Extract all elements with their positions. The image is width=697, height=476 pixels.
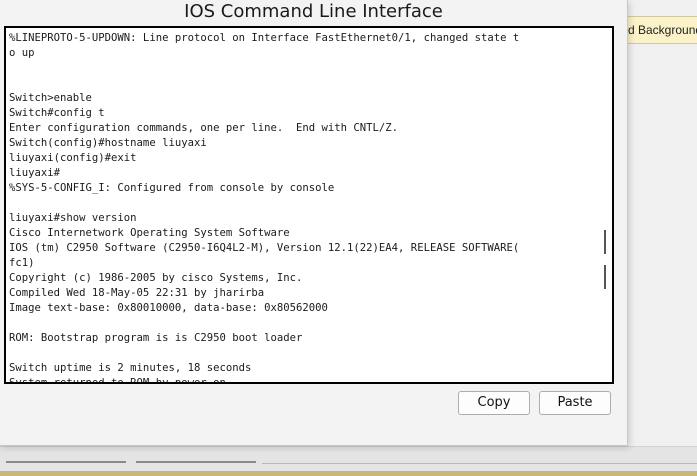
ios-cli-window: IOS Command Line Interface %LINEPROTO-5-… — [0, 0, 628, 446]
terminal-line: liuyaxi#show version — [9, 212, 137, 224]
terminal-line: liuyaxi# — [9, 167, 61, 179]
scrollbar-thumb[interactable] — [604, 265, 606, 289]
paste-button[interactable]: Paste — [539, 391, 611, 415]
terminal-line: %SYS-5-CONFIG_I: Configured from console… — [9, 182, 335, 194]
cli-terminal[interactable]: %LINEPROTO-5-UPDOWN: Line protocol on In… — [4, 26, 614, 384]
window-title: IOS Command Line Interface — [184, 1, 443, 22]
bottom-accent-strip — [0, 471, 697, 476]
terminal-line: Enter configuration commands, one per li… — [9, 122, 399, 134]
terminal-line: liuyaxi(config)#exit — [9, 152, 137, 164]
bottom-divider — [262, 463, 697, 464]
terminal-output[interactable]: %LINEPROTO-5-UPDOWN: Line protocol on In… — [9, 31, 589, 384]
background-tab-label: d Background — [628, 23, 697, 37]
terminal-line: Compiled Wed 18-May-05 22:31 by jharirba — [9, 287, 265, 299]
terminal-line: Switch>enable — [9, 92, 92, 104]
terminal-line: %LINEPROTO-5-UPDOWN: Line protocol on In… — [9, 32, 520, 44]
bottom-divider — [6, 461, 126, 463]
terminal-line: Switch uptime is 2 minutes, 18 seconds — [9, 362, 252, 374]
background-tab[interactable]: d Background — [627, 16, 697, 44]
terminal-line: Cisco Internetwork Operating System Soft… — [9, 227, 290, 239]
background-bottom-bar — [0, 446, 697, 476]
terminal-line: Image text-base: 0x80010000, data-base: … — [9, 302, 328, 314]
terminal-line: o up — [9, 47, 35, 59]
terminal-line: IOS (tm) C2950 Software (C2950-I6Q4L2-M)… — [9, 242, 520, 254]
terminal-line: System returned to ROM by power-on — [9, 377, 226, 384]
terminal-line: Switch#config t — [9, 107, 105, 119]
terminal-line: Copyright (c) 1986-2005 by cisco Systems… — [9, 272, 303, 284]
terminal-line: fc1) — [9, 257, 35, 269]
background-right-panel — [627, 0, 697, 475]
copy-button[interactable]: Copy — [458, 391, 530, 415]
terminal-line: Switch(config)#hostname liuyaxi — [9, 137, 207, 149]
scrollbar-thumb[interactable] — [604, 230, 606, 254]
terminal-line: ROM: Bootstrap program is is C2950 boot … — [9, 332, 303, 344]
bottom-divider — [136, 461, 256, 463]
